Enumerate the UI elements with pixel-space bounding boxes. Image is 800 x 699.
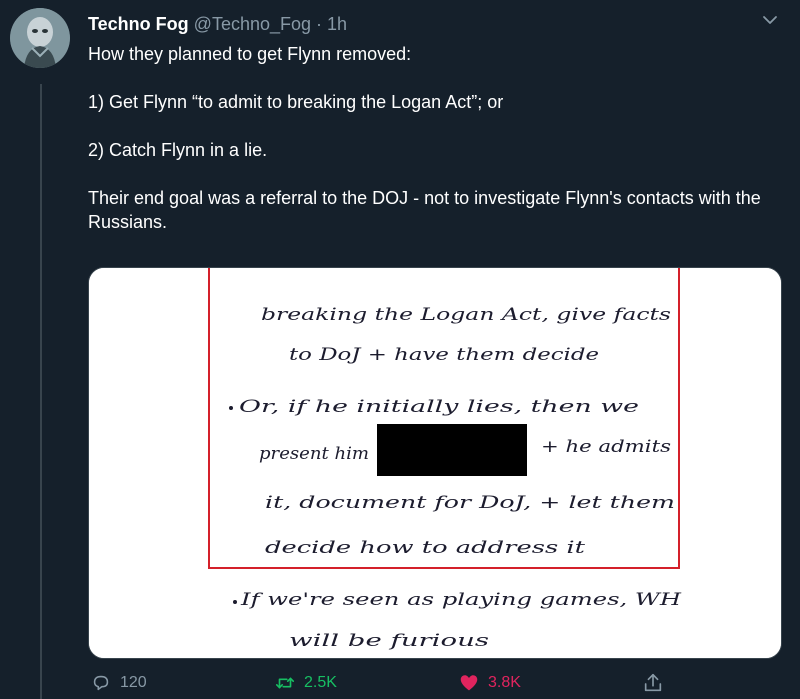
chevron-down-icon[interactable] [760, 10, 780, 30]
reply-count: 120 [120, 674, 147, 691]
share-button[interactable] [642, 672, 664, 694]
author-handle[interactable]: @Techno_Fog [194, 14, 311, 34]
avatar[interactable] [10, 8, 70, 68]
tweet-paragraph: 2) Catch Flynn in a lie. [88, 140, 268, 160]
tweet-media-image[interactable]: breaking the Logan Act, give facts to Do… [88, 267, 782, 659]
note-line: decide how to address it [265, 538, 585, 558]
handwritten-note: breaking the Logan Act, give facts to Do… [89, 268, 781, 658]
tweet-header: Techno Fog @Techno_Fog · 1h [88, 12, 347, 36]
note-line: to DoJ + have them decide [289, 345, 599, 365]
note-line: + he admits [541, 437, 671, 457]
thread-line [40, 84, 42, 699]
like-count: 3.8K [488, 674, 521, 691]
retweet-count: 2.5K [304, 674, 337, 691]
note-line: will be furious [289, 631, 489, 651]
tweet-actions: 120 2.5K 3.8K [88, 672, 788, 698]
note-line: Or, if he initially lies, then we [239, 397, 639, 417]
author-name[interactable]: Techno Fog [88, 14, 189, 34]
bullet-dot [229, 406, 233, 410]
tweet-text: How they planned to get Flynn removed: 1… [88, 42, 788, 234]
tweet-paragraph: Their end goal was a referral to the DOJ… [88, 188, 761, 232]
note-line: present him [259, 444, 369, 464]
separator-dot: · [316, 14, 323, 34]
note-line: breaking the Logan Act, give facts [261, 305, 671, 325]
note-line: it, document for DoJ, + let them [265, 493, 675, 513]
bullet-dot [233, 600, 237, 604]
heart-icon [460, 675, 478, 691]
retweet-icon [275, 677, 295, 689]
reply-icon [93, 675, 109, 691]
tweet-time[interactable]: 1h [327, 14, 347, 34]
share-icon [644, 673, 662, 692]
avatar-image [10, 8, 70, 68]
tweet-paragraph: How they planned to get Flynn removed: [88, 44, 412, 64]
like-button[interactable]: 3.8K [458, 672, 521, 694]
note-line: If we're seen as playing games, WH [240, 590, 683, 610]
retweet-button[interactable]: 2.5K [274, 672, 337, 694]
tweet-paragraph: 1) Get Flynn “to admit to breaking the L… [88, 92, 504, 112]
reply-button[interactable]: 120 [90, 672, 147, 694]
redaction-bar [377, 424, 527, 476]
